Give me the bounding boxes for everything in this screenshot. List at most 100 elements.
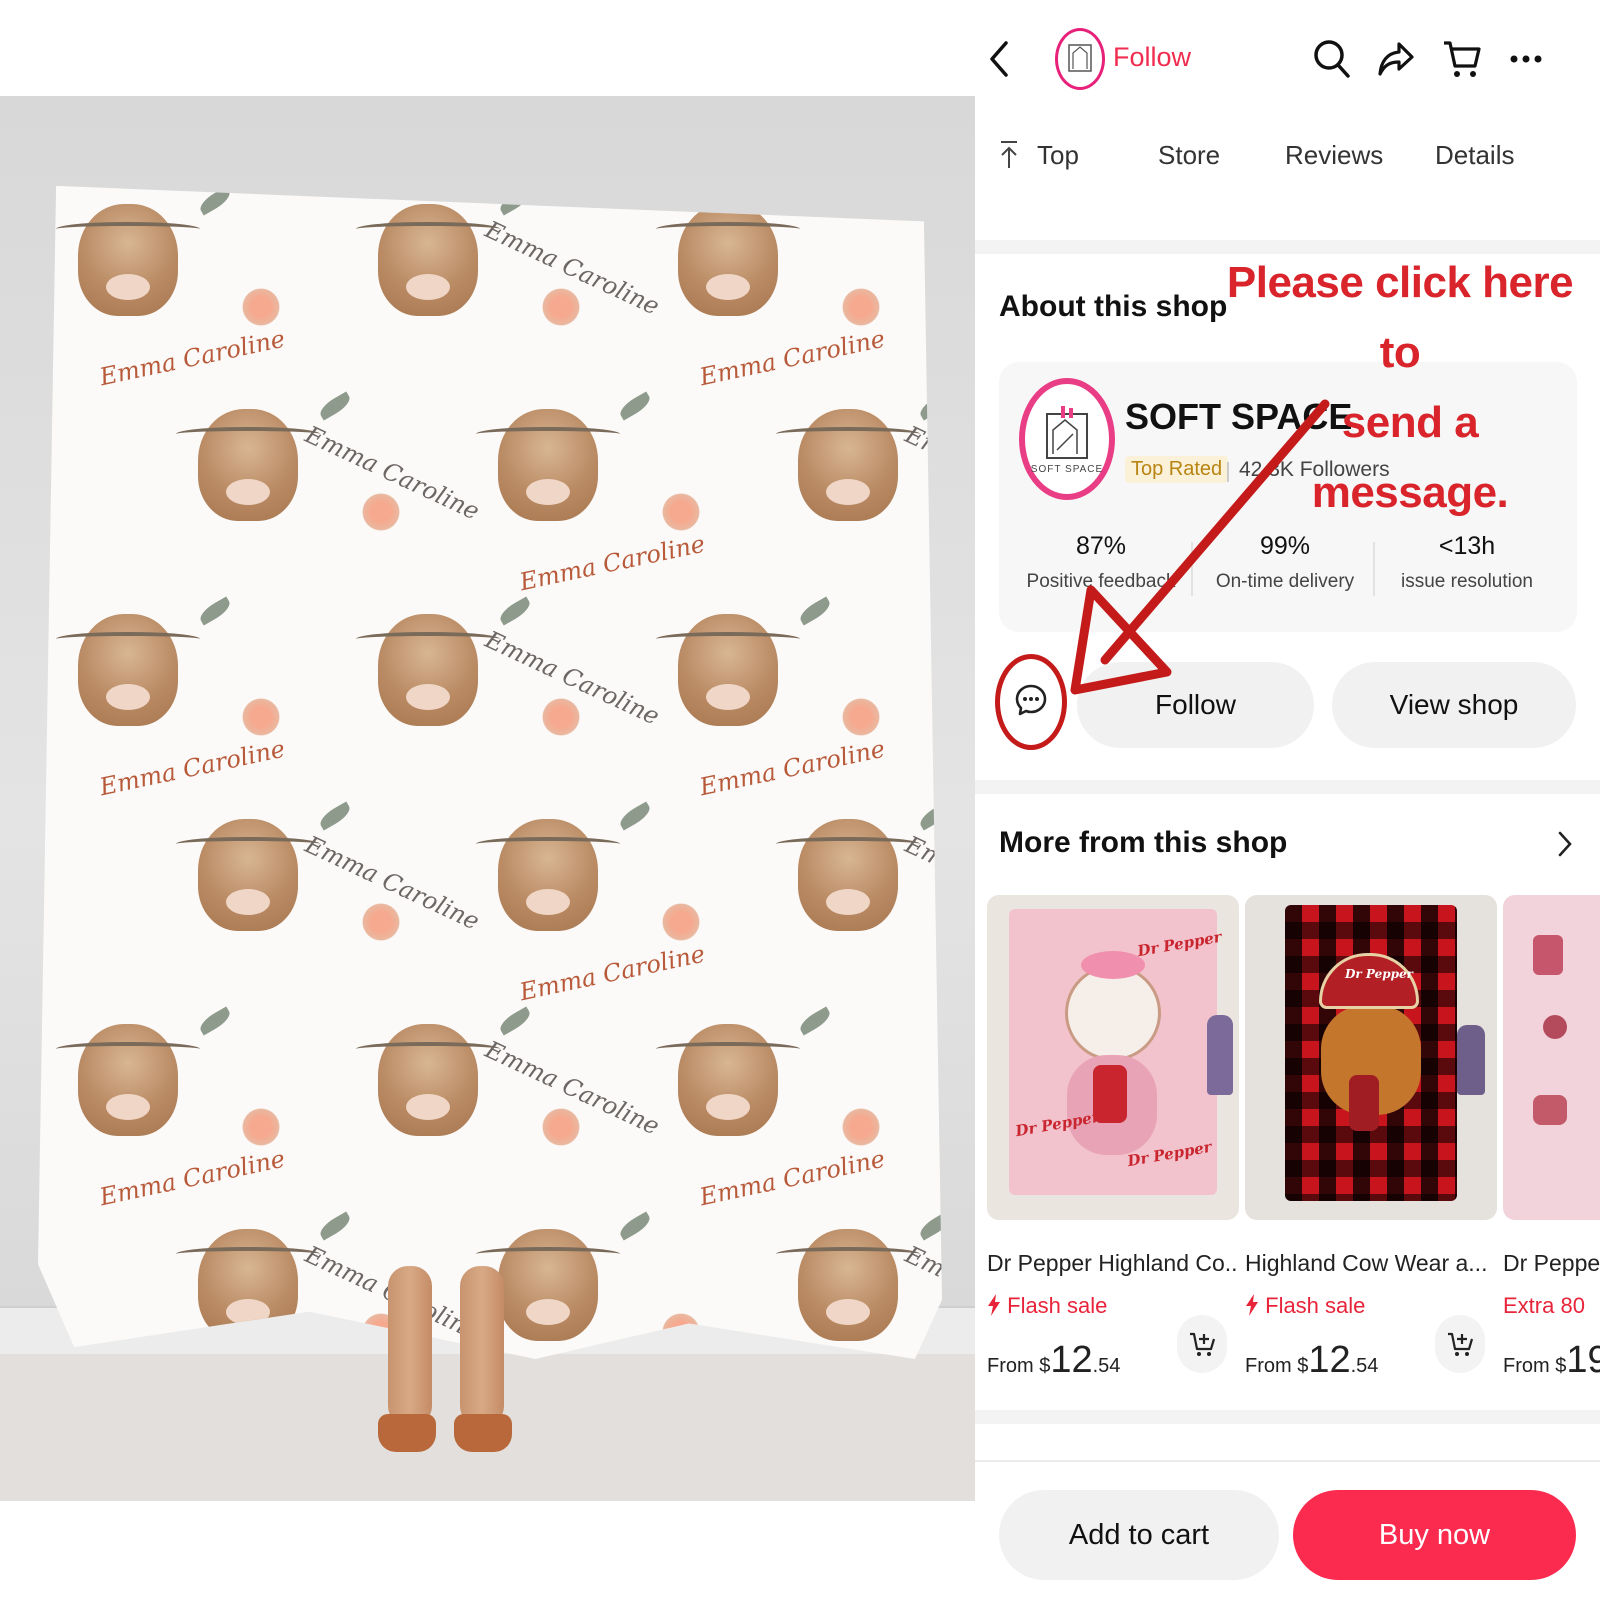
product-price: From $19 <box>1503 1339 1600 1381</box>
blanket-name-text: Emma Caroline <box>97 734 288 802</box>
tab-reviews-label: Reviews <box>1285 140 1384 170</box>
cow-motif <box>356 614 500 726</box>
product-card[interactable]: Dr Pepper Extra 80 From $19 <box>1503 895 1600 1382</box>
chevron-left-icon[interactable] <box>979 34 1019 84</box>
leaf-motif <box>796 1006 834 1036</box>
product-card[interactable]: Dr Pepper Highland Cow Wear a... Flash s… <box>1245 895 1497 1382</box>
shop-avatar-small[interactable] <box>1055 28 1105 90</box>
cow-motif <box>56 1024 200 1136</box>
leaf-motif <box>196 1006 234 1036</box>
share-icon[interactable] <box>1373 36 1419 82</box>
model-legs <box>378 1266 513 1476</box>
tab-store-label: Store <box>1158 140 1221 170</box>
follow-link[interactable]: Follow <box>1113 42 1191 73</box>
cow-motif <box>656 204 800 316</box>
product-card[interactable]: Dr Pepper Dr Pepper Dr Pepper Dr Pepper … <box>987 895 1239 1382</box>
more-from-shop-title: More from this shop <box>999 826 1288 859</box>
flower-motif <box>538 1104 584 1150</box>
flower-motif <box>358 899 404 945</box>
blanket-name-text: Emma Caroline <box>97 1144 288 1212</box>
cow-motif <box>356 204 500 316</box>
leaf-motif <box>316 1211 354 1241</box>
cow-motif <box>656 1024 800 1136</box>
flower-motif <box>238 284 284 330</box>
product-image-thumb[interactable] <box>1503 895 1600 1220</box>
cow-motif <box>356 1024 500 1136</box>
cow-motif <box>56 614 200 726</box>
cow-motif <box>476 1229 620 1341</box>
cow-motif <box>656 614 800 726</box>
cow-motif <box>176 409 320 521</box>
flash-sale-label: Flash sale <box>1007 1293 1108 1318</box>
blanket-name-text: Emma Caroline <box>697 324 888 392</box>
flower-motif <box>238 694 284 740</box>
view-shop-button-label: View shop <box>1389 689 1519 720</box>
cow-motif <box>776 409 920 521</box>
buy-now-label: Buy now <box>1378 1518 1491 1551</box>
leaf-motif <box>916 1211 942 1241</box>
tab-top-label: Top <box>1037 140 1079 170</box>
cow-motif <box>176 819 320 931</box>
cow-motif <box>776 1229 920 1341</box>
stat-divider <box>1373 542 1375 596</box>
stat-value: <13h <box>1438 532 1496 560</box>
flower-motif <box>838 284 884 330</box>
add-to-cart-icon[interactable] <box>1435 1315 1485 1373</box>
leaf-motif <box>616 391 654 421</box>
leaf-motif <box>316 801 354 831</box>
promo-label: Extra 80 <box>1503 1293 1585 1318</box>
blanket-name-text: Emma Caroline <box>517 529 708 597</box>
buy-now-button[interactable]: Buy now <box>1293 1490 1576 1580</box>
flash-sale-label: Flash sale <box>1265 1293 1366 1318</box>
product-title[interactable]: Highland Cow Wear a... <box>1245 1250 1497 1277</box>
brand-text: Dr Pepper <box>1345 967 1413 981</box>
tab-details-label: Details <box>1435 140 1515 170</box>
leaf-motif <box>316 391 354 421</box>
product-title[interactable]: Dr Pepper Highland Co... <box>987 1250 1239 1277</box>
leaf-motif <box>616 801 654 831</box>
leaf-motif <box>496 596 534 626</box>
section-divider <box>975 780 1600 794</box>
cow-motif <box>476 819 620 931</box>
blanket-name-text: Emma Caroline <box>697 1144 888 1212</box>
leaf-motif <box>196 596 234 626</box>
chevron-right-icon[interactable] <box>1557 830 1573 866</box>
view-shop-button[interactable]: View shop <box>1332 662 1576 748</box>
leaf-motif <box>616 1211 654 1241</box>
product-image-thumb[interactable]: Dr Pepper <box>1245 895 1497 1220</box>
top-bar: Follow <box>975 20 1600 100</box>
bottom-bar-border <box>975 1460 1600 1462</box>
flower-motif <box>358 489 404 535</box>
stat-issue-resolution: <13h issue resolution <box>1377 532 1557 593</box>
cow-motif <box>476 409 620 521</box>
cart-icon[interactable] <box>1439 34 1485 84</box>
lightning-icon <box>988 1294 1000 1316</box>
add-to-cart-button[interactable]: Add to cart <box>999 1490 1279 1580</box>
promo-badge: Extra 80 <box>1503 1293 1600 1319</box>
product-title[interactable]: Dr Pepper <box>1503 1250 1600 1277</box>
about-shop-title: About this shop <box>999 290 1228 323</box>
lightning-icon <box>1246 1294 1258 1316</box>
tab-reviews[interactable]: Reviews <box>1285 140 1383 171</box>
flower-motif <box>538 284 584 330</box>
cow-motif <box>776 819 920 931</box>
tab-details[interactable]: Details <box>1435 140 1514 171</box>
blanket: Emma Caroline Emma Caroline Emma Caroline E… <box>38 185 942 1359</box>
tab-top[interactable]: Top <box>1001 140 1079 171</box>
tab-store[interactable]: Store <box>1158 140 1220 171</box>
product-image-thumb[interactable]: Dr Pepper Dr Pepper Dr Pepper <box>987 895 1239 1220</box>
stat-label: issue resolution <box>1400 571 1534 592</box>
search-icon[interactable] <box>1309 36 1355 82</box>
flower-motif <box>658 899 704 945</box>
annotation-line-1: Please click here to <box>1226 258 1574 377</box>
flower-motif <box>838 694 884 740</box>
blanket-name-text: Emma Caroline <box>97 324 288 392</box>
more-icon[interactable] <box>1503 38 1549 80</box>
add-to-cart-label: Add to cart <box>1068 1518 1210 1551</box>
flower-motif <box>538 694 584 740</box>
leaf-motif <box>496 1006 534 1036</box>
flower-motif <box>238 1104 284 1150</box>
flower-motif <box>838 1104 884 1150</box>
annotation-arrow <box>1070 399 1330 695</box>
add-to-cart-icon[interactable] <box>1177 1315 1227 1373</box>
